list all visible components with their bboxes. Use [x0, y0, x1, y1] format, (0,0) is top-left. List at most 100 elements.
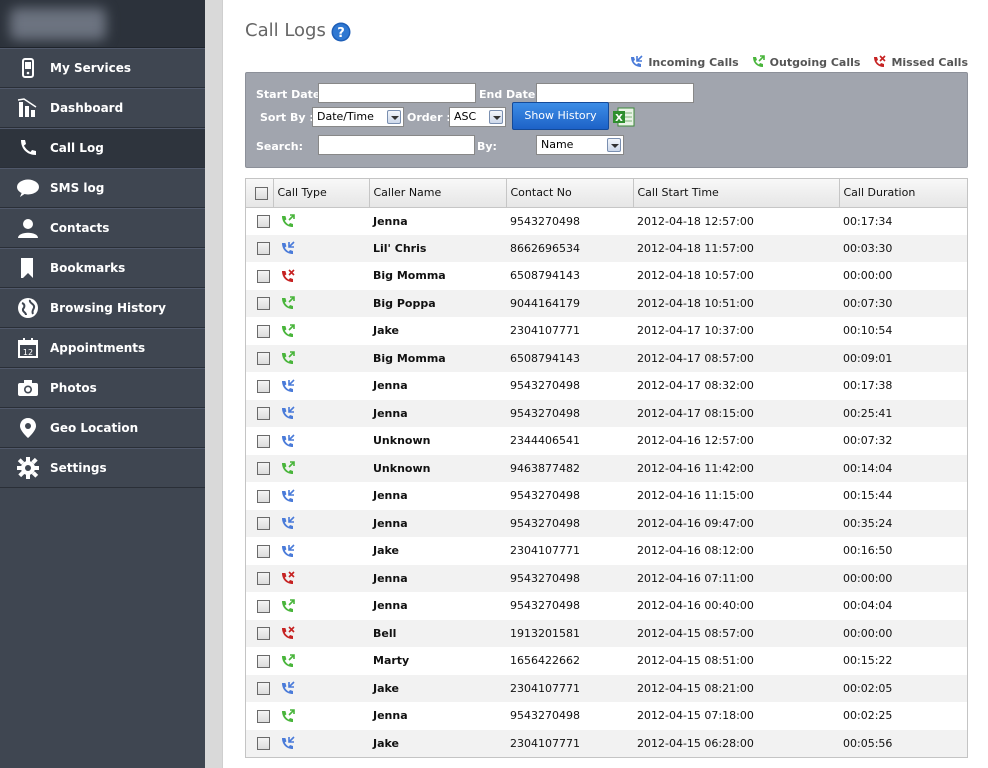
caller-name-cell: Jenna [373, 406, 408, 420]
call-icon [14, 136, 42, 160]
contact-no-cell: 6508794143 [510, 351, 580, 365]
table-row[interactable]: Big Poppa 9044164179 2012-04-18 10:51:00 00… [246, 289, 967, 317]
table-row[interactable]: Big Momma 6508794143 2012-04-18 10:57:00 00… [246, 262, 967, 290]
call-start-time-cell: 2012-04-17 08:32:00 [637, 379, 754, 393]
call-start-time-cell: 2012-04-15 08:57:00 [637, 626, 754, 640]
row-checkbox[interactable] [257, 599, 270, 613]
sort-by-value: Date/Time [317, 110, 374, 123]
sidebar-item-geo-location[interactable]: Geo Location [0, 408, 205, 448]
row-checkbox[interactable] [257, 324, 270, 338]
row-checkbox[interactable] [257, 462, 270, 475]
row-checkbox[interactable] [257, 269, 270, 283]
sidebar-item-appointments[interactable]: 12 Appointments [0, 328, 205, 368]
column-header-call-duration[interactable]: Call Duration [839, 179, 967, 208]
row-checkbox[interactable] [257, 242, 270, 255]
show-history-button[interactable]: Show History [512, 102, 609, 130]
column-header-caller-name[interactable]: Caller Name [369, 179, 507, 208]
table-row[interactable]: Marty 1656422662 2012-04-15 08:51:00 00:15:… [246, 647, 967, 675]
sort-by-select[interactable]: Date/Time [312, 107, 404, 127]
sidebar-item-photos[interactable]: Photos [0, 368, 205, 408]
table-row[interactable]: Jenna 9543270498 2012-04-18 12:57:00 00:17:… [246, 207, 967, 235]
table-row[interactable]: Jake 2304107771 2012-04-15 08:21:00 00:02:0… [246, 674, 967, 702]
row-checkbox[interactable] [257, 709, 270, 723]
table-row[interactable]: Unknown 9463877482 2012-04-16 11:42:00 00:1… [246, 454, 967, 482]
map-pin-icon [14, 416, 42, 440]
row-select-cell [246, 592, 273, 620]
table-row[interactable]: Unknown 2344406541 2012-04-16 12:57:00 00:0… [246, 427, 967, 455]
incoming-call-icon [282, 434, 295, 447]
end-date-label: End Date : [479, 88, 544, 101]
end-date-input[interactable] [536, 83, 694, 103]
row-checkbox[interactable] [257, 352, 270, 365]
row-checkbox[interactable] [257, 627, 270, 640]
column-header-call-start-time[interactable]: Call Start Time [633, 179, 840, 208]
table-row[interactable]: Jenna 9543270498 2012-04-16 11:15:00 00:15:… [246, 482, 967, 510]
missed-call-icon [282, 626, 295, 640]
table-row[interactable]: Jenna 9543270498 2012-04-16 07:11:00 00:00:… [246, 564, 967, 593]
column-header-contact-no[interactable]: Contact No [506, 179, 634, 208]
legend-incoming: Incoming Calls [625, 54, 739, 70]
row-checkbox[interactable] [257, 517, 270, 530]
search-input[interactable] [318, 135, 475, 155]
incoming-call-icon [631, 55, 643, 67]
call-type-cell [273, 317, 369, 345]
table-row[interactable]: Jake 2304107771 2012-04-17 10:37:00 00:10:5… [246, 317, 967, 345]
contact-no-cell: 1656422662 [510, 654, 580, 668]
call-type-cell [273, 730, 369, 758]
row-checkbox[interactable] [257, 214, 270, 228]
sidebar-item-browsing-history[interactable]: Browsing History [0, 288, 205, 328]
row-checkbox[interactable] [257, 544, 270, 558]
sidebar-item-settings[interactable]: Settings [0, 448, 205, 488]
select-all-checkbox[interactable] [255, 186, 268, 200]
sidebar-item-my-services[interactable]: My Services [0, 48, 205, 88]
search-by-select[interactable]: Name [536, 135, 624, 155]
call-start-time-cell: 2012-04-15 08:21:00 [637, 681, 754, 695]
table-row[interactable]: Jake 2304107771 2012-04-16 08:12:00 00:16:5… [246, 537, 967, 565]
table-row[interactable]: Jenna 9543270498 2012-04-17 08:32:00 00:17:… [246, 372, 967, 400]
column-header-call-type[interactable]: Call Type [273, 179, 370, 208]
sidebar-item-call-log[interactable]: Call Log [0, 128, 205, 168]
call-duration-cell: 00:10:54 [843, 324, 893, 338]
help-icon[interactable]: ? [331, 22, 351, 42]
row-checkbox[interactable] [257, 489, 270, 503]
table-row[interactable]: Jenna 9543270498 2012-04-15 07:18:00 00:02:… [246, 702, 967, 730]
call-start-time-cell: 2012-04-17 08:57:00 [637, 351, 754, 365]
contact-no-cell: 2304107771 [510, 324, 580, 338]
row-select-cell [246, 565, 273, 593]
table-row[interactable]: Big Momma 6508794143 2012-04-17 08:57:00 00… [246, 344, 967, 372]
row-checkbox[interactable] [257, 654, 270, 668]
call-type-cell [273, 565, 369, 593]
table-row[interactable]: Jenna 9543270498 2012-04-16 09:47:00 00:35:… [246, 509, 967, 537]
excel-export-icon[interactable]: X [612, 106, 636, 128]
content-panel: Call Logs ? Incoming Calls Outgoing Call… [222, 0, 988, 768]
sidebar-item-dashboard[interactable]: Dashboard [0, 88, 205, 128]
sidebar-item-sms-log[interactable]: SMS log [0, 168, 205, 208]
table-row[interactable]: Jenna 9543270498 2012-04-16 00:40:00 00:04:… [246, 592, 967, 620]
row-checkbox[interactable] [257, 572, 270, 585]
table-row[interactable]: Lil' Chris 8662696534 2012-04-18 11:57:00 0… [246, 234, 967, 262]
gear-icon [14, 456, 42, 480]
row-checkbox[interactable] [257, 407, 270, 420]
sidebar-item-bookmarks[interactable]: Bookmarks [0, 248, 205, 288]
sidebar-item-label: Browsing History [50, 301, 166, 315]
sidebar-item-contacts[interactable]: Contacts [0, 208, 205, 248]
legend-missed-label: Missed Calls [891, 55, 968, 69]
row-checkbox[interactable] [257, 434, 270, 448]
legend-outgoing: Outgoing Calls [747, 54, 860, 70]
legend-missed: Missed Calls [868, 54, 968, 70]
row-checkbox[interactable] [257, 297, 270, 310]
table-row[interactable]: Bell 1913201581 2012-04-15 08:57:00 00:00:0… [246, 619, 967, 647]
contact-no-cell: 2304107771 [510, 736, 580, 750]
row-checkbox[interactable] [257, 737, 270, 750]
incoming-call-icon [282, 241, 295, 255]
table-row[interactable]: Jenna 9543270498 2012-04-17 08:15:00 00:25:… [246, 399, 967, 427]
row-select-cell [246, 427, 273, 455]
row-checkbox[interactable] [257, 682, 270, 695]
order-select[interactable]: ASC [449, 107, 506, 127]
contact-no-cell: 9543270498 [510, 599, 580, 613]
row-checkbox[interactable] [257, 379, 270, 393]
table-row[interactable]: Jake 2304107771 2012-04-15 06:28:00 00:05:5… [246, 729, 967, 758]
start-date-input[interactable] [318, 83, 476, 103]
caller-name-cell: Big Momma [373, 351, 446, 365]
sidebar-item-label: Call Log [50, 141, 104, 155]
